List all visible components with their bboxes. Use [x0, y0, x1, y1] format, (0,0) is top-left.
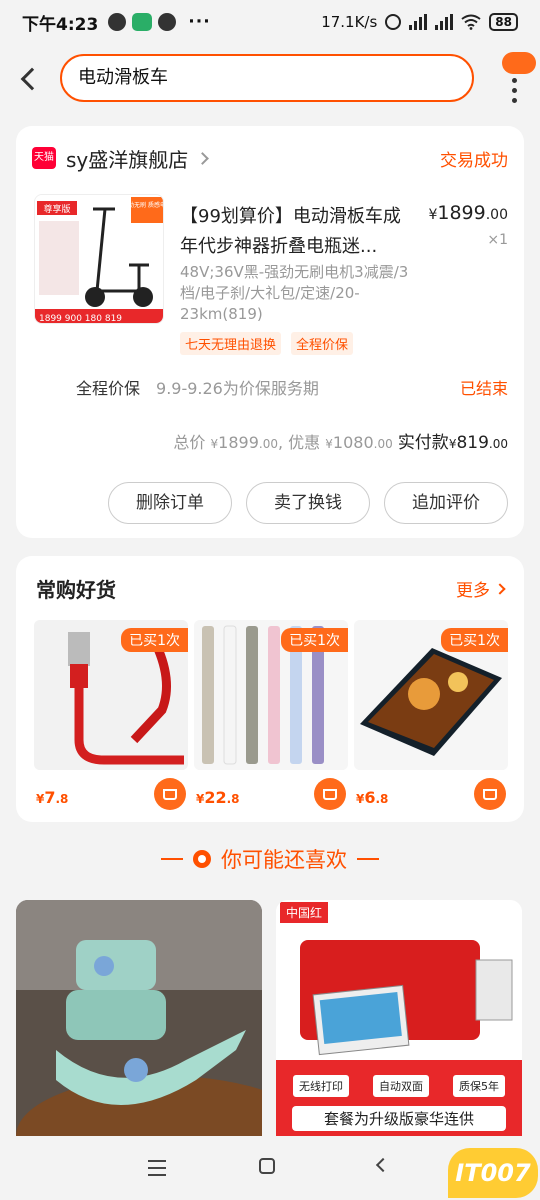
wifi-icon	[461, 14, 481, 30]
add-to-cart-button[interactable]	[474, 778, 506, 810]
teaset-image	[16, 900, 262, 1136]
bought-badge: 已买1次	[121, 628, 188, 652]
paid-value: 819	[456, 433, 489, 453]
watermark-logo: IT007	[448, 1148, 538, 1198]
order-actions: 删除订单 卖了换钱 追加评价	[108, 482, 508, 524]
image-price-strip: 1899 900 180 819	[39, 314, 122, 324]
divider	[161, 858, 183, 860]
discount-value: 1080	[332, 433, 374, 452]
add-review-button[interactable]: 追加评价	[384, 482, 508, 524]
signal-icon	[409, 14, 428, 30]
store-row[interactable]: 天猫 sy盛洋旗舰店 交易成功	[32, 144, 508, 172]
goods-item[interactable]: 已买1次 ¥7.8	[34, 620, 188, 816]
price-protect-status: 已结束	[459, 379, 508, 398]
recents-button[interactable]	[148, 1160, 166, 1176]
qq-icon-2	[158, 13, 177, 31]
store-name[interactable]: sy盛洋旗舰店	[66, 144, 188, 173]
home-button[interactable]	[259, 1158, 275, 1174]
bought-badge: 已买1次	[441, 628, 508, 652]
product-spec: 48V;36V黑-强劲无刷电机3减震/3档/电子刹/大礼包/定速/20-23km…	[180, 263, 409, 323]
goods-price: ¥7.8	[36, 788, 69, 807]
divider	[357, 858, 379, 860]
order-total: 总价 ¥1899.00, 优惠 ¥1080.00 实付款¥819.00	[173, 433, 508, 453]
back-arrow-icon	[20, 67, 44, 91]
bought-badge: 已买1次	[281, 628, 348, 652]
feature-wireless: 无线打印	[292, 1074, 350, 1098]
scooter-image: 尊享版 强劲无刷 质感电机 1899 900 180 819	[35, 195, 164, 324]
price-protect-row[interactable]: 全程价保 9.9-9.26为价保服务期 已结束	[76, 374, 508, 400]
product-price: ¥1899.00	[428, 202, 508, 224]
resell-button[interactable]: 卖了换钱	[246, 482, 370, 524]
message-badge-icon[interactable]	[502, 52, 536, 74]
feature-row: 无线打印 自动双面 质保5年	[292, 1074, 506, 1098]
usb-cable-image: 已买1次	[34, 620, 188, 770]
heart-icon	[193, 850, 211, 868]
frequent-goods-title: 常购好货	[36, 578, 116, 602]
printer-image	[276, 900, 522, 1136]
service-tags: 七天无理由退换 全程价保	[180, 332, 354, 355]
product-title[interactable]: 【99划算价】电动滑板车成年代步神器折叠电瓶迷...	[180, 202, 416, 262]
add-to-cart-button[interactable]	[154, 778, 186, 810]
status-right: 17.1K/s 88	[321, 13, 518, 31]
tmall-icon: 天猫	[32, 147, 56, 169]
recommend-header: 你可能还喜欢	[0, 844, 540, 874]
qq-icon	[108, 13, 127, 31]
status-bar: 下午4:23 ··· 17.1K/s 88	[0, 0, 540, 44]
wechat-icon	[132, 13, 153, 31]
total-value: 1899	[218, 433, 259, 452]
phone-image: 已买1次	[354, 620, 508, 770]
product-image[interactable]: 尊享版 强劲无刷 质感电机 1899 900 180 819	[34, 194, 164, 324]
price-protect-desc: 9.9-9.26为价保服务期	[156, 379, 319, 398]
frequent-goods-card: 常购好货 更多 已买1次 ¥7.8 已买1次 ¥22.8 已买1次 ¥6.8	[16, 556, 524, 822]
chevron-right-icon	[494, 582, 506, 595]
more-link[interactable]: 更多	[456, 576, 506, 601]
cart-icon	[323, 788, 337, 800]
order-card: 天猫 sy盛洋旗舰店 交易成功 尊享版 强劲无刷 质感电机 1899 900 1…	[16, 126, 524, 538]
recommend-item-teaset[interactable]	[16, 900, 262, 1136]
add-to-cart-button[interactable]	[314, 778, 346, 810]
chevron-right-icon	[196, 151, 210, 165]
notification-icons	[108, 13, 177, 31]
network-speed: 17.1K/s	[321, 13, 378, 31]
back-button[interactable]	[14, 62, 44, 96]
pens-image: 已买1次	[194, 620, 348, 770]
system-back-button[interactable]	[375, 1157, 391, 1173]
order-status: 交易成功	[440, 150, 508, 171]
signal-icon-2	[435, 14, 454, 30]
feature-warranty: 质保5年	[452, 1074, 506, 1098]
promo-banner: 套餐为升级版豪华连供	[292, 1106, 506, 1131]
color-label: 中国红	[280, 902, 329, 923]
recommend-item-printer[interactable]: 中国红 无线打印 自动双面 质保5年 套餐为升级版豪华连供	[276, 900, 522, 1136]
price-protect-label: 全程价保	[76, 379, 141, 398]
more-menu-button[interactable]	[512, 78, 517, 103]
image-top-text: 尊享版	[43, 203, 70, 215]
tag-return: 七天无理由退换	[180, 332, 282, 355]
battery-icon: 88	[489, 13, 518, 31]
product-quantity: ×1	[487, 232, 508, 248]
search-input[interactable]: 电动滑板车	[60, 54, 474, 102]
recommend-title: 你可能还喜欢	[221, 848, 347, 872]
alarm-icon	[385, 14, 402, 30]
goods-item[interactable]: 已买1次 ¥6.8	[354, 620, 508, 816]
feature-duplex: 自动双面	[372, 1074, 430, 1098]
cart-icon	[163, 788, 177, 800]
top-bar: 电动滑板车	[0, 52, 540, 106]
more-notifications-icon: ···	[188, 12, 211, 32]
image-side-text: 强劲无刷 质感电机	[122, 201, 164, 209]
goods-price: ¥6.8	[356, 788, 389, 807]
status-time: 下午4:23	[22, 14, 99, 35]
goods-price: ¥22.8	[196, 788, 240, 807]
delete-order-button[interactable]: 删除订单	[108, 482, 232, 524]
goods-item[interactable]: 已买1次 ¥22.8	[194, 620, 348, 816]
tag-price-protect: 全程价保	[291, 332, 354, 355]
cart-icon	[483, 788, 497, 800]
